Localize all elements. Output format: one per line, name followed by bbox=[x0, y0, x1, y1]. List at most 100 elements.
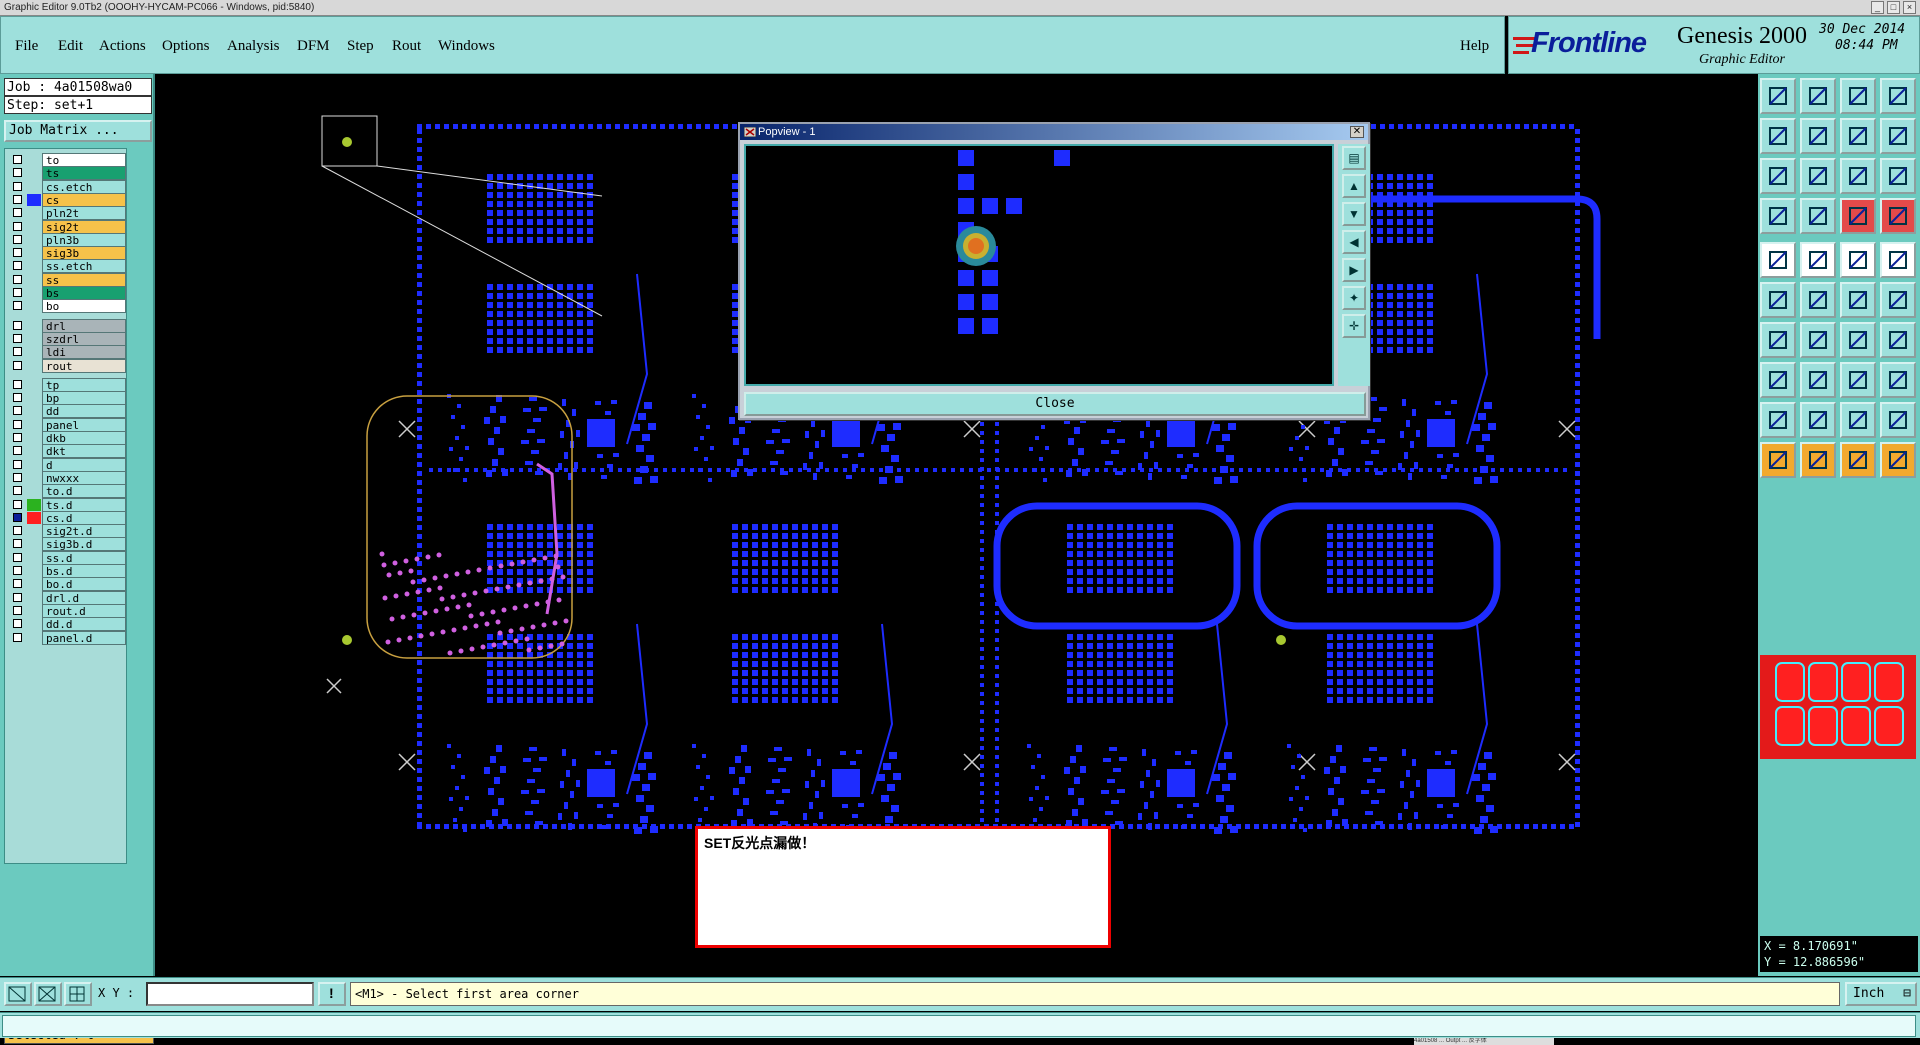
zoom-out-icon[interactable]: ▼ bbox=[1342, 202, 1366, 226]
layer-row-dkb[interactable]: dkb bbox=[5, 431, 128, 445]
menu-windows[interactable]: Windows bbox=[438, 38, 495, 55]
layer-row-nwxxx[interactable]: nwxxx bbox=[5, 470, 128, 485]
layer-checkbox[interactable] bbox=[13, 181, 22, 191]
layer-checkbox[interactable] bbox=[13, 168, 22, 178]
layer-row-pln2t[interactable]: pln2t bbox=[5, 206, 128, 221]
layer-checkbox[interactable] bbox=[13, 499, 22, 509]
menu-edit[interactable]: Edit bbox=[58, 38, 83, 55]
triangle-b-icon[interactable] bbox=[1840, 402, 1876, 438]
layer-checkbox[interactable] bbox=[13, 446, 22, 456]
measure-icon[interactable] bbox=[34, 982, 62, 1006]
cross-section-icon[interactable] bbox=[1800, 242, 1836, 278]
units-selector[interactable]: Inch ⊟ bbox=[1845, 982, 1917, 1006]
pan-left-icon[interactable]: ◀ bbox=[1342, 230, 1366, 254]
layer-row-ldi[interactable]: ldi bbox=[5, 345, 128, 360]
net-tool-icon[interactable] bbox=[1760, 282, 1796, 318]
layer-checkbox[interactable] bbox=[13, 459, 22, 469]
grid-toggle-icon[interactable] bbox=[1800, 198, 1836, 234]
triangle-a-icon[interactable] bbox=[1800, 402, 1836, 438]
pad-tool-icon[interactable] bbox=[1840, 362, 1876, 398]
copy-tool-icon[interactable] bbox=[1880, 362, 1916, 398]
measure-red-icon[interactable] bbox=[1840, 198, 1876, 234]
layer-checkbox[interactable] bbox=[13, 208, 22, 218]
slant-tool-icon[interactable] bbox=[1800, 322, 1836, 358]
ruler-icon[interactable] bbox=[1840, 242, 1876, 278]
layer-checkbox[interactable] bbox=[13, 261, 22, 271]
layer-row-cs[interactable]: cs bbox=[5, 192, 128, 207]
layer-checkbox[interactable] bbox=[13, 486, 22, 496]
layer-checkbox[interactable] bbox=[13, 301, 22, 311]
center-view-icon[interactable]: ✛ bbox=[1342, 314, 1366, 338]
zoom-1to2-icon[interactable] bbox=[1840, 158, 1876, 194]
help-icon[interactable] bbox=[1880, 158, 1916, 194]
triangle-tool-icon[interactable] bbox=[1760, 402, 1796, 438]
step-next-icon[interactable] bbox=[1800, 118, 1836, 154]
menu-step[interactable]: Step bbox=[347, 38, 374, 55]
layer-row-to[interactable]: to bbox=[5, 153, 128, 167]
layer-row-sig2t[interactable]: sig2t bbox=[5, 219, 128, 234]
line-tool-icon[interactable] bbox=[1760, 322, 1796, 358]
menu-dfm[interactable]: DFM bbox=[297, 38, 330, 55]
zoom-home-icon[interactable]: ▤ bbox=[1342, 146, 1366, 170]
layer-checkbox[interactable] bbox=[13, 360, 22, 370]
popview-close-icon[interactable]: ✕ bbox=[1350, 126, 1364, 138]
cross-tool-icon[interactable] bbox=[1800, 282, 1836, 318]
menu-options[interactable]: Options bbox=[162, 38, 210, 55]
layer-row-bo[interactable]: bo bbox=[5, 299, 128, 314]
layer-checkbox[interactable] bbox=[13, 619, 22, 629]
layer-checkbox[interactable] bbox=[13, 274, 22, 284]
layer-checkbox[interactable] bbox=[13, 605, 22, 615]
layer-row-panel-d[interactable]: panel.d bbox=[5, 630, 128, 645]
layer-row-szdrl[interactable]: szdrl bbox=[5, 331, 128, 346]
close-window-button[interactable]: × bbox=[1903, 1, 1916, 14]
layer-checkbox[interactable] bbox=[13, 419, 22, 429]
layer-checkbox[interactable] bbox=[13, 234, 22, 244]
camera-icon[interactable] bbox=[1760, 242, 1796, 278]
layer-checkbox[interactable] bbox=[13, 379, 22, 389]
layer-checkbox[interactable] bbox=[13, 512, 22, 522]
pointer-tool-icon[interactable] bbox=[1760, 442, 1796, 478]
layer-checkbox[interactable] bbox=[13, 288, 22, 297]
triangle-c-icon[interactable] bbox=[1880, 402, 1916, 438]
layer-checkbox[interactable] bbox=[13, 347, 22, 357]
zoom-area-icon[interactable] bbox=[1800, 158, 1836, 194]
menu-file[interactable]: File bbox=[15, 38, 38, 55]
layer-row-rout-d[interactable]: rout.d bbox=[5, 603, 128, 618]
window-layout-icon[interactable] bbox=[1880, 78, 1916, 114]
maximize-button[interactable]: □ bbox=[1887, 1, 1900, 14]
layer-row-dd[interactable]: dd bbox=[5, 404, 128, 419]
popview-zoom-view[interactable] bbox=[744, 144, 1334, 386]
command-line-field[interactable] bbox=[2, 1015, 1916, 1037]
layer-row-to-d[interactable]: to.d bbox=[5, 484, 128, 499]
xy-input[interactable] bbox=[146, 982, 314, 1006]
layer-row-cs-etch[interactable]: cs.etch bbox=[5, 179, 128, 194]
layer-row-drl-d[interactable]: drl.d bbox=[5, 590, 128, 605]
undo-view-icon[interactable] bbox=[1840, 118, 1876, 154]
layer-checkbox[interactable] bbox=[13, 566, 22, 575]
layer-checkbox[interactable] bbox=[13, 194, 22, 204]
layer-row-bp[interactable]: bp bbox=[5, 391, 128, 406]
layer-checkbox[interactable] bbox=[13, 539, 22, 549]
open-job-icon[interactable] bbox=[1760, 78, 1796, 114]
layer-row-ts[interactable]: ts bbox=[5, 166, 128, 181]
layer-row-sig3b-d[interactable]: sig3b.d bbox=[5, 537, 128, 552]
layer-checkbox[interactable] bbox=[13, 248, 22, 258]
layer-checkbox[interactable] bbox=[13, 526, 22, 536]
fit-view-icon[interactable]: ✦ bbox=[1342, 286, 1366, 310]
pointer-snap-icon[interactable] bbox=[1880, 442, 1916, 478]
menu-rout[interactable]: Rout bbox=[392, 38, 421, 55]
layer-row-bs[interactable]: bs bbox=[5, 286, 128, 300]
arc-tool-icon[interactable] bbox=[1840, 322, 1876, 358]
layer-row-bo-d[interactable]: bo.d bbox=[5, 577, 128, 592]
menu-actions[interactable]: Actions bbox=[99, 38, 146, 55]
menu-help[interactable]: Help bbox=[1460, 38, 1489, 55]
mirror-tool-icon[interactable] bbox=[1880, 322, 1916, 358]
layer-checkbox[interactable] bbox=[13, 579, 22, 589]
connect-tool-icon[interactable] bbox=[1840, 282, 1876, 318]
layer-row-dd-d[interactable]: dd.d bbox=[5, 617, 128, 632]
redo-view-icon[interactable] bbox=[1880, 118, 1916, 154]
menu-analysis[interactable]: Analysis bbox=[227, 38, 280, 55]
circle-tool-icon[interactable] bbox=[1880, 242, 1916, 278]
popview-close-button[interactable]: Close bbox=[744, 392, 1366, 416]
pointer-select-icon[interactable] bbox=[1800, 442, 1836, 478]
